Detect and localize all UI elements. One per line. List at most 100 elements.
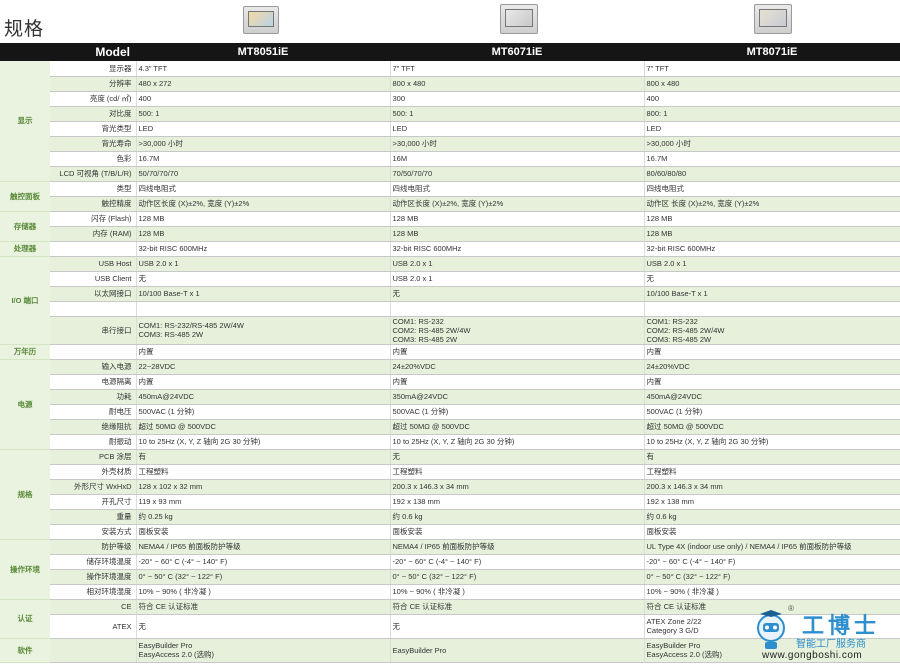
spec-value: 200.3 x 146.3 x 34 mm bbox=[389, 479, 645, 495]
spec-label: 类型 bbox=[50, 181, 137, 197]
spec-label: 开孔尺寸 bbox=[50, 494, 137, 510]
spec-value: 无 bbox=[389, 286, 645, 302]
spec-value: 10 to 25Hz (X, Y, Z 轴向 2G 30 分钟) bbox=[389, 434, 645, 450]
category-cell: 存储器 bbox=[0, 211, 50, 242]
watermark-logo: ® 工博士 智能工厂服务商 www.gongboshi.com bbox=[754, 604, 894, 662]
spec-label: 闪存 (Flash) bbox=[50, 211, 137, 227]
spec-row: 分辨率 480 x 272 800 x 480 800 x 480 bbox=[0, 76, 900, 92]
spec-value: 超过 50MΩ @ 500VDC bbox=[389, 419, 645, 435]
spec-value: -20° ~ 60° C (-4° ~ 140° F) bbox=[135, 554, 391, 570]
brand-url: www.gongboshi.com bbox=[762, 650, 863, 661]
spec-value: 400 bbox=[643, 91, 900, 107]
spec-label: 内存 (RAM) bbox=[50, 226, 137, 242]
spec-row: 耐振动 10 to 25Hz (X, Y, Z 轴向 2G 30 分钟) 10 to… bbox=[0, 434, 900, 450]
spec-label: LCD 可视角 (T/B/L/R) bbox=[50, 166, 137, 182]
spec-value: -20° ~ 60° C (-4° ~ 140° F) bbox=[643, 554, 900, 570]
spec-value: 128 x 102 x 32 mm bbox=[135, 479, 391, 495]
spec-label: USB Host bbox=[50, 256, 137, 272]
spec-value: 128 MB bbox=[135, 226, 391, 242]
spec-value: LED bbox=[643, 121, 900, 137]
spec-value: 内置 bbox=[643, 374, 900, 390]
spec-row: 外壳材质 工程塑料 工程塑料 工程塑料 bbox=[0, 464, 900, 480]
spec-value: -20° ~ 60° C (-4° ~ 140° F) bbox=[389, 554, 645, 570]
spec-value: 内置 bbox=[135, 344, 391, 360]
spec-row: 绝缘阻抗 超过 50MΩ @ 500VDC 超过 50MΩ @ 500VDC 超过 5… bbox=[0, 419, 900, 435]
spec-value: 192 x 138 mm bbox=[643, 494, 900, 510]
spec-value: 24±20%VDC bbox=[389, 359, 645, 375]
spec-value: 面板安装 bbox=[135, 524, 391, 540]
spec-row bbox=[0, 301, 900, 317]
spec-row: 显示 显示器 4.3” TFT 7” TFT 7” TFT bbox=[0, 61, 900, 182]
spec-label: 储存环境温度 bbox=[50, 554, 137, 570]
spec-value: 128 MB bbox=[643, 226, 900, 242]
spec-value: 50/70/70/70 bbox=[135, 166, 391, 182]
category-cell: 显示 bbox=[0, 61, 50, 182]
spec-value: 800 x 480 bbox=[643, 76, 900, 92]
spec-label: 串行接口 bbox=[50, 316, 137, 345]
spec-label: 耐电压 bbox=[50, 404, 137, 420]
spec-value: >30,000 小时 bbox=[389, 136, 645, 152]
spec-value: 约 0.25 kg bbox=[135, 509, 391, 525]
spec-value: 四线电阻式 bbox=[135, 181, 391, 197]
spec-value: 10 to 25Hz (X, Y, Z 轴向 2G 30 分钟) bbox=[135, 434, 391, 450]
spec-row: 以太网接口 10/100 Base-T x 1 无 10/100 Base-T x 1 bbox=[0, 286, 900, 302]
spec-label bbox=[50, 344, 137, 360]
spec-row: 对比度 500: 1 500: 1 800: 1 bbox=[0, 106, 900, 122]
product-image-mt8051ie bbox=[243, 6, 279, 34]
spec-value: 四线电阻式 bbox=[389, 181, 645, 197]
spec-value: 动作区长度 (X)±2%, 宽度 (Y)±2% bbox=[135, 196, 391, 212]
category-cell: 电源 bbox=[0, 359, 50, 450]
spec-label: 背光寿命 bbox=[50, 136, 137, 152]
spec-value: 500VAC (1 分钟) bbox=[389, 404, 645, 420]
spec-value: 0° ~ 50° C (32° ~ 122° F) bbox=[135, 569, 391, 585]
spec-value: 工程塑料 bbox=[389, 464, 645, 480]
spec-label: CE bbox=[50, 599, 137, 615]
spec-value: 128 MB bbox=[135, 211, 391, 227]
spec-value: 内置 bbox=[389, 374, 645, 390]
spec-value: 16.7M bbox=[643, 151, 900, 167]
spec-label: 输入电源 bbox=[50, 359, 137, 375]
spec-value: 16.7M bbox=[135, 151, 391, 167]
spec-value bbox=[389, 301, 645, 317]
spec-value: 内置 bbox=[135, 374, 391, 390]
spec-row: 操作环境 防护等级 NEMA4 / IP65 前面板防护等级 NEMA4 / IP65… bbox=[0, 539, 900, 600]
product-header: MT6071iE bbox=[390, 43, 645, 61]
spec-value: 无 bbox=[135, 614, 391, 639]
header-row: Model MT8051iE MT6071iE MT8071iE bbox=[0, 43, 900, 61]
spec-value: 约 0.6 kg bbox=[643, 509, 900, 525]
spec-row: 外形尺寸 WxHxD 128 x 102 x 32 mm 200.3 x 146.3… bbox=[0, 479, 900, 495]
category-cell: 万年历 bbox=[0, 344, 50, 360]
spec-value: >30,000 小时 bbox=[135, 136, 391, 152]
spec-label: 亮度 (cd/ ㎡) bbox=[50, 91, 137, 107]
spec-value: 500: 1 bbox=[135, 106, 391, 122]
spec-value: 10/100 Base-T x 1 bbox=[643, 286, 900, 302]
spec-label: 功耗 bbox=[50, 389, 137, 405]
spec-row: 开孔尺寸 119 x 93 mm 192 x 138 mm 192 x 138 mm bbox=[0, 494, 900, 510]
spec-value: COM1: RS-232/RS-485 2W/4W COM3: RS-485 2… bbox=[135, 316, 391, 345]
category-cell: 操作环境 bbox=[0, 539, 50, 600]
spec-value: 无 bbox=[389, 614, 645, 639]
spec-value: LED bbox=[135, 121, 391, 137]
spec-value: 面板安装 bbox=[389, 524, 645, 540]
spec-value: 119 x 93 mm bbox=[135, 494, 391, 510]
spec-row: 内存 (RAM) 128 MB 128 MB 128 MB bbox=[0, 226, 900, 242]
spec-row: 电源隔离 内置 内置 内置 bbox=[0, 374, 900, 390]
spec-label: 对比度 bbox=[50, 106, 137, 122]
spec-label: ATEX bbox=[50, 614, 137, 639]
spec-row: 亮度 (cd/ ㎡) 400 300 400 bbox=[0, 91, 900, 107]
spec-row: 相对环境湿度 10% ~ 90% ( 非冷凝 ) 10% ~ 90% ( 非冷凝 )… bbox=[0, 584, 900, 600]
spec-value: COM1: RS-232 COM2: RS-485 2W/4W COM3: RS… bbox=[643, 316, 900, 345]
spec-value: 80/60/80/80 bbox=[643, 166, 900, 182]
spec-value: 32-bit RISC 600MHz bbox=[643, 241, 900, 257]
spec-row: 触控面板 类型 四线电阻式 四线电阻式 四线电阻式 bbox=[0, 181, 900, 212]
spec-label bbox=[50, 301, 137, 317]
page-title: 规格 bbox=[4, 19, 45, 40]
spec-value: 128 MB bbox=[643, 211, 900, 227]
spec-value: 符合 CE 认证标准 bbox=[135, 599, 391, 615]
spec-body: 显示 显示器 4.3” TFT 7” TFT 7” TFT 分辨率 480 x 272 800… bbox=[0, 61, 900, 663]
spec-value: 128 MB bbox=[389, 226, 645, 242]
spec-label: 重量 bbox=[50, 509, 137, 525]
spec-value: 10% ~ 90% ( 非冷凝 ) bbox=[135, 584, 391, 600]
spec-value: USB 2.0 x 1 bbox=[389, 256, 645, 272]
spec-value: USB 2.0 x 1 bbox=[389, 271, 645, 287]
